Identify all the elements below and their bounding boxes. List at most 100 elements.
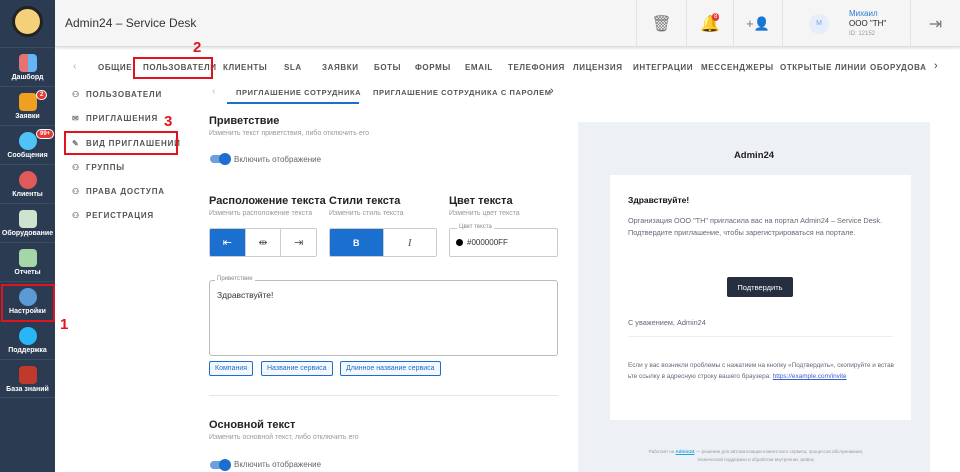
submenu-registration[interactable]: ⚇ РЕГИСТРАЦИЯ bbox=[72, 211, 154, 220]
tab-open-lines[interactable]: ОТКРЫТЫЕ ЛИНИИ bbox=[780, 63, 866, 72]
align-right-button[interactable]: ⇥ bbox=[280, 229, 316, 256]
tab-email[interactable]: EMAIL bbox=[465, 63, 493, 72]
add-user-button[interactable]: +👤 bbox=[733, 0, 782, 47]
annotation-box-3 bbox=[64, 131, 178, 155]
tab-equipment[interactable]: ОБОРУДОВАН bbox=[870, 63, 926, 72]
submenu-label: РЕГИСТРАЦИЯ bbox=[86, 211, 154, 220]
sidebar-item-tickets[interactable]: Заявки 2 bbox=[0, 86, 55, 125]
tab-tickets[interactable]: ЗАЯВКИ bbox=[322, 63, 359, 72]
color-swatch-icon bbox=[456, 239, 463, 246]
avatar[interactable] bbox=[12, 6, 43, 37]
preview-divider bbox=[628, 336, 893, 337]
sidebar-item-messages[interactable]: Сообщения 99+ bbox=[0, 125, 55, 164]
tab-integrations[interactable]: ИНТЕГРАЦИИ bbox=[633, 63, 693, 72]
tab-clients[interactable]: КЛИЕНТЫ bbox=[223, 63, 267, 72]
chip-company[interactable]: Компания bbox=[209, 361, 254, 376]
sidebar-item-clients[interactable]: Клиенты bbox=[0, 164, 55, 203]
sidebar-label: База знаний bbox=[6, 386, 49, 393]
tab-telephony[interactable]: ТЕЛЕФОНИЯ bbox=[508, 63, 565, 72]
notifications-button[interactable]: 🔔 8 bbox=[686, 0, 733, 47]
tickets-badge: 2 bbox=[36, 90, 48, 100]
divider bbox=[209, 395, 558, 396]
main-text-toggle[interactable] bbox=[210, 459, 231, 471]
sidebar-item-knowledge-base[interactable]: База знаний bbox=[0, 359, 55, 398]
megaphone-icon bbox=[18, 93, 37, 111]
tabs-prev-icon[interactable]: ‹ bbox=[73, 61, 76, 72]
header: Admin24 – Service Desk 🗑 🔔 8 +👤 М Михаил … bbox=[55, 0, 960, 47]
submenu-label: ПОЛЬЗОВАТЕЛИ bbox=[86, 90, 163, 99]
annotation-number-1: 1 bbox=[60, 316, 69, 333]
sidebar-item-support[interactable]: Поддержка bbox=[0, 320, 55, 359]
preview-footer: Работает на Admin24 — решение для автома… bbox=[636, 448, 876, 464]
subtabs-next-icon[interactable]: › bbox=[550, 85, 554, 97]
help-icon bbox=[18, 327, 37, 345]
chat-icon bbox=[18, 132, 37, 150]
tabs-next-icon[interactable]: › bbox=[934, 60, 938, 72]
submenu-access-rights[interactable]: ⚇ ПРАВА ДОСТУПА bbox=[72, 187, 165, 196]
annotation-number-3: 3 bbox=[164, 113, 173, 130]
subtab-employee-invite-password[interactable]: ПРИГЛАШЕНИЕ СОТРУДНИКА С ПАРОЛЕМ bbox=[373, 88, 552, 97]
app-title: Admin24 – Service Desk bbox=[65, 16, 197, 30]
book-icon bbox=[18, 366, 37, 384]
logout-button[interactable]: ⇥ bbox=[910, 0, 960, 47]
italic-button[interactable]: I bbox=[382, 229, 437, 256]
user-org: ООО "ТН" bbox=[849, 18, 887, 28]
trash-icon: 🗑 bbox=[651, 15, 672, 33]
sidebar-item-dashboard[interactable]: Дашборд bbox=[0, 47, 55, 86]
preview-invite-link[interactable]: https://example.com/invite bbox=[773, 373, 847, 380]
greeting-textarea[interactable]: Приветствие Здравствуйте! bbox=[209, 276, 558, 356]
mail-icon: ✉ bbox=[72, 114, 80, 123]
reports-icon bbox=[18, 249, 37, 267]
subtab-employee-invite[interactable]: ПРИГЛАШЕНИЕ СОТРУДНИКА bbox=[236, 88, 361, 97]
preview-help: Если у вас возникли проблемы с нажатием … bbox=[628, 360, 896, 382]
tab-general[interactable]: ОБЩИЕ bbox=[98, 63, 132, 72]
align-left-button[interactable]: ⇤ bbox=[210, 229, 245, 256]
tab-bots[interactable]: БОТЫ bbox=[374, 63, 401, 72]
sidebar-label: Оборудование bbox=[1, 230, 54, 237]
tab-forms[interactable]: ФОРМЫ bbox=[415, 63, 451, 72]
chip-long-service-name[interactable]: Длинное название сервиса bbox=[340, 361, 441, 376]
greeting-title: Приветствие bbox=[209, 115, 280, 127]
footer-link[interactable]: Admin24 bbox=[676, 449, 695, 454]
submenu-invitations[interactable]: ✉ ПРИГЛАШЕНИЯ bbox=[72, 114, 158, 123]
sidebar-item-equipment[interactable]: Оборудование bbox=[0, 203, 55, 242]
user-id: ID: 12152 bbox=[849, 30, 876, 37]
user-name: Михаил bbox=[849, 8, 878, 18]
annotation-box-1 bbox=[1, 284, 55, 322]
sidebar-label: Заявки bbox=[15, 113, 40, 120]
tab-license[interactable]: ЛИЦЕНЗИЯ bbox=[573, 63, 623, 72]
dashboard-icon bbox=[18, 54, 37, 72]
main-text-toggle-label: Включить отображение bbox=[234, 460, 322, 469]
text-style-group: B I bbox=[329, 228, 437, 257]
user-profile[interactable]: М Михаил ООО "ТН" ID: 12152 bbox=[782, 0, 910, 47]
sidebar-item-reports[interactable]: Отчеты bbox=[0, 242, 55, 281]
preview-confirm-button[interactable]: Подтвердить bbox=[727, 277, 793, 297]
subtabs-prev-icon[interactable]: ‹ bbox=[212, 86, 215, 97]
preview-card: Здравствуйте! Организация ООО "ТН" пригл… bbox=[610, 175, 911, 420]
sidebar-label: Сообщения bbox=[7, 152, 48, 159]
submenu-groups[interactable]: ⚇ ГРУППЫ bbox=[72, 163, 125, 172]
greeting-toggle[interactable] bbox=[210, 153, 231, 165]
alignment-group: ⇤ ⇹ ⇥ bbox=[209, 228, 317, 257]
trash-button[interactable]: 🗑 bbox=[636, 0, 686, 47]
preview-brand: Admin24 bbox=[733, 150, 775, 161]
submenu-label: ПРАВА ДОСТУПА bbox=[86, 187, 165, 196]
logout-icon: ⇥ bbox=[928, 15, 943, 33]
tab-sla[interactable]: SLA bbox=[284, 63, 302, 72]
sidebar-label: Дашборд bbox=[11, 74, 44, 81]
greeting-textarea-value: Здравствуйте! bbox=[217, 290, 274, 300]
style-hint: Изменить стиль текста bbox=[329, 210, 404, 217]
tab-messengers[interactable]: МЕССЕНДЖЕРЫ bbox=[701, 63, 774, 72]
color-field[interactable]: Цвет текста #000000FF bbox=[449, 224, 558, 257]
bold-button[interactable]: B bbox=[330, 229, 383, 256]
submenu-users[interactable]: ⚇ ПОЛЬЗОВАТЕЛИ bbox=[72, 90, 162, 99]
layout-title: Расположение текста bbox=[209, 195, 326, 207]
greeting-textarea-label: Приветствие bbox=[215, 276, 255, 282]
color-value: #000000FF bbox=[467, 238, 508, 247]
align-center-button[interactable]: ⇹ bbox=[244, 229, 281, 256]
style-title: Стили текста bbox=[329, 195, 401, 207]
add-user-icon: +👤 bbox=[746, 15, 770, 31]
sidebar-label: Клиенты bbox=[12, 191, 43, 198]
chip-service-name[interactable]: Название сервиса bbox=[261, 361, 333, 376]
color-title: Цвет текста bbox=[449, 195, 513, 207]
